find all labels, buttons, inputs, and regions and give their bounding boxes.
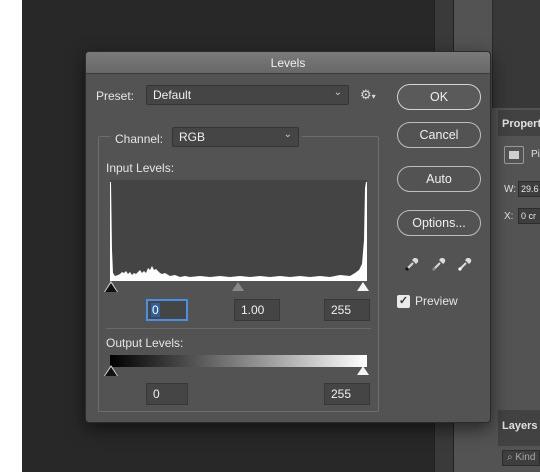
output-white-field[interactable]: 255 xyxy=(324,383,370,405)
output-levels-label: Output Levels: xyxy=(106,336,184,350)
channel-chevron-down-icon: ⌄ xyxy=(283,129,292,140)
options-button[interactable]: Options... xyxy=(397,210,481,236)
levels-divider xyxy=(106,328,371,329)
preset-select[interactable]: Default ⌄ xyxy=(146,85,349,105)
pixel-layer-icon xyxy=(504,146,524,164)
properties-icon-label: Pi xyxy=(531,149,540,160)
output-white-slider[interactable] xyxy=(357,366,369,375)
panel-dock-top xyxy=(492,0,540,108)
checkmark-icon: ✓ xyxy=(398,295,409,307)
output-black-field[interactable]: 0 xyxy=(146,383,188,405)
input-gamma-field[interactable]: 1.00 xyxy=(234,299,280,321)
auto-button[interactable]: Auto xyxy=(397,166,481,192)
layers-panel-title[interactable]: Layers xyxy=(498,410,540,446)
channel-value: RGB xyxy=(179,130,206,144)
properties-panel-title[interactable]: Propert xyxy=(498,110,540,136)
cancel-button[interactable]: Cancel xyxy=(397,122,481,148)
channel-label: Channel: xyxy=(115,132,164,146)
levels-dialog: Levels Preset: Default ⌄ ⚙▾ OK Cancel Au… xyxy=(85,51,491,423)
dialog-title[interactable]: Levels xyxy=(86,52,490,74)
gear-icon[interactable]: ⚙▾ xyxy=(360,87,376,103)
output-gradient-bar xyxy=(110,355,367,367)
width-field[interactable]: 29.6 xyxy=(518,181,540,197)
x-field[interactable]: 0 cr xyxy=(518,208,540,224)
histogram xyxy=(110,180,367,281)
white-eyedropper-icon[interactable] xyxy=(456,255,474,273)
ok-button[interactable]: OK xyxy=(397,84,481,110)
gray-eyedropper-icon[interactable] xyxy=(430,255,448,273)
input-white-field[interactable]: 255 xyxy=(324,299,370,321)
preview-label: Preview xyxy=(415,294,458,308)
input-black-value: 0 xyxy=(151,303,160,317)
preset-label: Preset: xyxy=(96,89,135,103)
input-black-slider[interactable] xyxy=(105,283,117,292)
black-eyedropper-icon[interactable] xyxy=(403,255,421,273)
input-levels-label: Input Levels: xyxy=(106,161,175,175)
channel-select[interactable]: RGB ⌄ xyxy=(172,127,299,147)
input-gamma-slider[interactable] xyxy=(232,282,244,291)
chevron-down-icon: ⌄ xyxy=(333,87,342,98)
preview-checkbox[interactable]: ✓ xyxy=(397,295,410,308)
preset-value: Default xyxy=(153,88,192,102)
layers-filter-kind[interactable]: ⌕ Kind xyxy=(502,450,540,466)
width-label: W: xyxy=(504,184,517,195)
x-label: X: xyxy=(504,211,514,222)
output-black-slider[interactable] xyxy=(105,367,117,376)
input-white-slider[interactable] xyxy=(357,282,369,291)
histogram-curve xyxy=(110,182,367,281)
input-black-field[interactable]: 0 xyxy=(146,299,188,321)
